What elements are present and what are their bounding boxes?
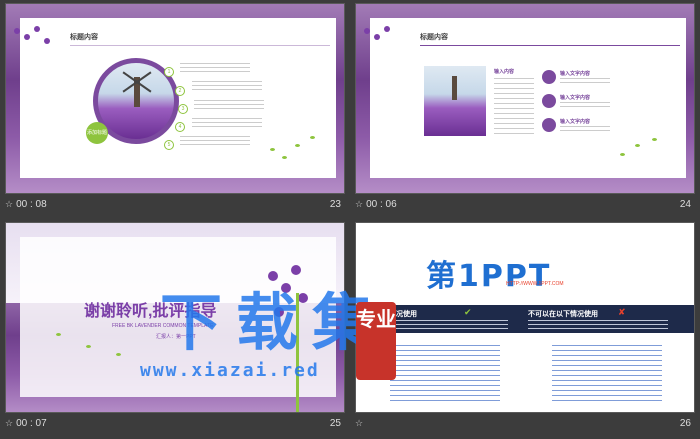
right-label-3: 输入文字内容	[560, 119, 591, 125]
slide-thumb-2[interactable]: 标题内容 输入内容 输入文字内容 输入文字内容 输入文字内容 ☆ 00 : 06 …	[355, 3, 695, 215]
slide-canvas-4: 第1PPT HTTP://WWW.1PPT.COM 在下列情况使用 ✔ 不可以在…	[355, 222, 695, 413]
logo-main: 第1PPT	[426, 259, 552, 294]
icon-circle-2	[542, 94, 556, 108]
watermark-text: 下载集	[160, 286, 389, 359]
step-1: 1	[164, 67, 174, 77]
slide-canvas-2: 标题内容 输入内容 输入文字内容 输入文字内容 输入文字内容	[355, 3, 695, 194]
windmill-image	[424, 66, 486, 136]
slide-time: 00 : 07	[16, 418, 47, 429]
disallowed-heading: 不可以在以下情况使用	[528, 311, 598, 318]
step-2: 2	[175, 86, 185, 96]
check-icon: ✔	[464, 307, 472, 317]
logo-url: HTTP://WWW.1PPT.COM	[506, 281, 564, 287]
slide-thumb-4[interactable]: 第1PPT HTTP://WWW.1PPT.COM 在下列情况使用 ✔ 不可以在…	[355, 222, 695, 434]
step-3: 3	[178, 104, 188, 114]
left-label: 输入内容	[494, 69, 515, 75]
star-icon: ☆	[355, 418, 364, 428]
watermark-seal: 专业	[356, 302, 396, 380]
icon-circle-3	[542, 118, 556, 132]
content-panel: 标题内容 输入内容 输入文字内容 输入文字内容 输入文字内容	[370, 18, 686, 178]
icon-circle-1	[542, 70, 556, 84]
content-panel: 标题内容 添加标题 1 2 3 4 5	[20, 18, 336, 178]
slide-time: 00 : 08	[16, 199, 47, 210]
slide-number: 26	[679, 418, 691, 429]
slide-number: 25	[329, 418, 341, 429]
star-icon: ☆	[355, 199, 364, 209]
slide-number: 23	[329, 199, 341, 210]
star-icon: ☆	[5, 199, 14, 209]
slide-info-bar-2: ☆ 00 : 06 24	[355, 197, 695, 214]
star-icon: ☆	[5, 418, 14, 428]
watermark-url: www.xiazai.red	[140, 360, 320, 381]
slide-info-bar-4: ☆ 26	[355, 416, 695, 433]
step-4: 4	[175, 122, 185, 132]
slide-info-bar-1: ☆ 00 : 08 23	[5, 197, 345, 214]
slide-title: 标题内容	[70, 34, 98, 41]
slide-number: 24	[679, 199, 691, 210]
right-label-2: 输入文字内容	[560, 95, 591, 101]
slide-canvas-1: 标题内容 添加标题 1 2 3 4 5	[5, 3, 345, 194]
right-label-1: 输入文字内容	[560, 71, 591, 77]
slide-title: 标题内容	[420, 34, 448, 41]
cross-icon: ✘	[618, 307, 626, 317]
slide-info-bar-3: ☆ 00 : 07 25	[5, 416, 345, 433]
slide-thumb-1[interactable]: 标题内容 添加标题 1 2 3 4 5 ☆ 00: 08 23	[5, 3, 345, 215]
step-5: 5	[164, 140, 174, 150]
badge: 添加标题	[86, 122, 108, 144]
slide-time: 00 : 06	[366, 199, 397, 210]
